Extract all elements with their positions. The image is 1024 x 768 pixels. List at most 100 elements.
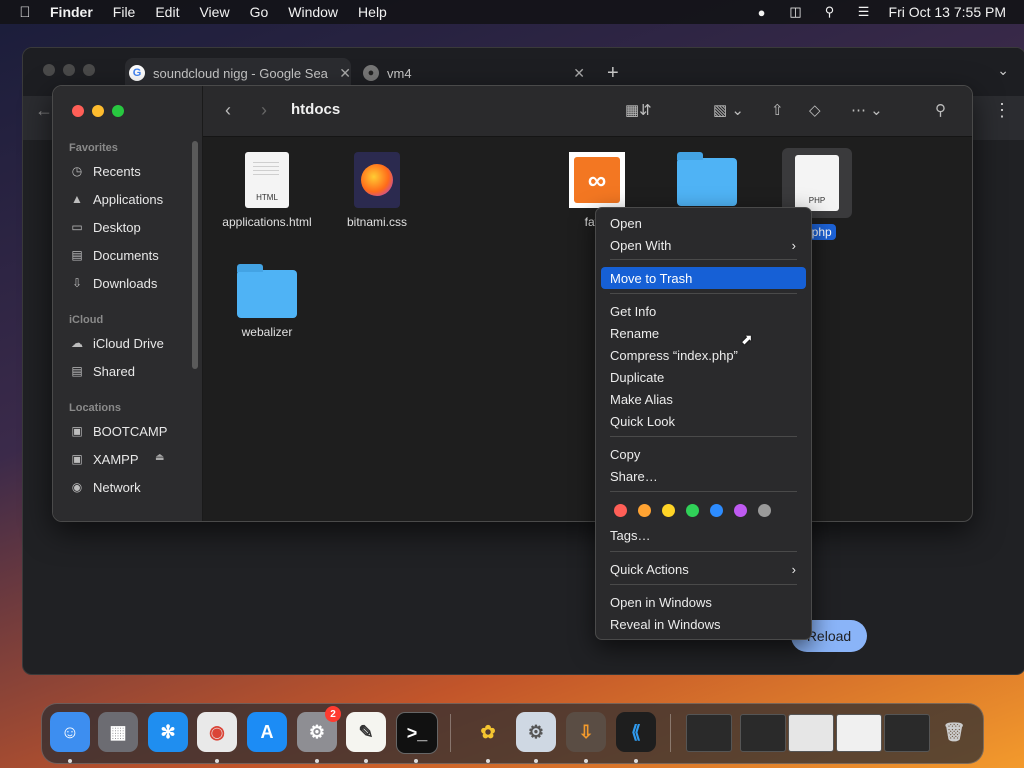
file-applications-html[interactable]: HTML applications.html	[212, 152, 322, 230]
disk-icon: ▣	[71, 452, 83, 466]
menu-file[interactable]: File	[113, 4, 136, 20]
icon-view-toggle-icon[interactable]: ▦⇵	[625, 101, 652, 119]
tag-green[interactable]	[686, 504, 699, 517]
menu-item-open-with[interactable]: Open With ›	[601, 234, 806, 256]
terminal-icon[interactable]: >_	[396, 712, 438, 754]
sidebar-item-documents[interactable]: ▤ Documents	[69, 244, 199, 266]
bee-status-icon[interactable]: ●	[753, 5, 771, 20]
menu-item-share[interactable]: Share…	[601, 465, 806, 487]
share-icon[interactable]: ⇧	[771, 101, 784, 119]
menu-item-compress[interactable]: Compress “index.php”	[601, 344, 806, 366]
menu-item-quick-actions[interactable]: Quick Actions ›	[601, 558, 806, 580]
menu-item-open[interactable]: Open	[601, 212, 806, 234]
tab-vm4[interactable]: ● vm4 ✕	[363, 58, 585, 88]
menu-window[interactable]: Window	[288, 4, 338, 20]
menu-help[interactable]: Help	[358, 4, 387, 20]
tag-gray[interactable]	[758, 504, 771, 517]
sidebar-item-icloud-drive[interactable]: ☁ iCloud Drive	[69, 332, 199, 354]
chrome-icon[interactable]: ◉	[197, 712, 237, 752]
clock-icon: ◷	[71, 164, 83, 178]
safari-icon[interactable]: ✻	[148, 712, 188, 752]
chevron-down-icon[interactable]: ⌄	[997, 62, 1009, 79]
back-arrow-icon[interactable]: ←	[35, 100, 53, 121]
search-icon[interactable]: ⚲	[821, 4, 839, 19]
sidebar-item-xampp[interactable]: ▣ XAMPP	[69, 448, 199, 470]
menu-item-open-in-windows[interactable]: Open in Windows	[601, 591, 806, 613]
window-thumbnail[interactable]	[740, 714, 786, 752]
folder-webalizer[interactable]: webalizer	[212, 264, 322, 340]
sidebar-scrollbar[interactable]	[192, 141, 198, 369]
menu-edit[interactable]: Edit	[155, 4, 179, 20]
launchpad-icon[interactable]: ▦	[98, 712, 138, 752]
menu-separator	[610, 259, 797, 260]
downloader-icon[interactable]: ⇩	[566, 712, 606, 752]
apple-menu-icon[interactable]: 	[14, 4, 36, 21]
menu-item-rename[interactable]: Rename	[601, 322, 806, 344]
menu-item-quick-look[interactable]: Quick Look	[601, 410, 806, 432]
tag-purple[interactable]	[734, 504, 747, 517]
zoom-window-button[interactable]	[112, 105, 124, 117]
finder-icon[interactable]: ☺	[50, 712, 90, 752]
close-tab-icon[interactable]: ✕	[339, 65, 351, 82]
forward-arrow-icon[interactable]: ›	[261, 100, 267, 121]
menu-item-make-alias[interactable]: Make Alias	[601, 388, 806, 410]
file-bitnami-css[interactable]: bitnami.css	[322, 152, 432, 230]
sidebar-item-desktop[interactable]: ▭ Desktop	[69, 216, 199, 238]
tag-orange[interactable]	[638, 504, 651, 517]
tag-blue[interactable]	[710, 504, 723, 517]
app-store-icon[interactable]: A	[247, 712, 287, 752]
minimize-window-button[interactable]	[63, 64, 75, 76]
close-window-button[interactable]	[72, 105, 84, 117]
applications-icon: ▲	[71, 192, 83, 206]
window-thumbnail[interactable]	[788, 714, 834, 752]
tag-icon[interactable]: ◇	[809, 101, 821, 119]
control-center-icon[interactable]: ☰	[855, 4, 873, 19]
menu-item-duplicate[interactable]: Duplicate	[601, 366, 806, 388]
menu-go[interactable]: Go	[250, 4, 269, 20]
action-menu-icon[interactable]: ⋯ ⌄	[851, 101, 883, 119]
vscode-icon[interactable]: ⟪	[616, 712, 656, 752]
eject-icon[interactable]: ⏏	[155, 452, 164, 463]
window-thumbnail[interactable]	[884, 714, 930, 752]
sidebar-item-downloads[interactable]: ⇩ Downloads	[69, 272, 199, 294]
menu-item-reveal-in-windows[interactable]: Reveal in Windows	[601, 613, 806, 635]
trash-icon[interactable]: 🗑	[934, 712, 974, 752]
system-settings-icon[interactable]: ⚙ 2	[297, 706, 341, 752]
tag-red[interactable]	[614, 504, 627, 517]
menu-item-move-to-trash[interactable]: Move to Trash ⬈	[601, 267, 806, 347]
bee-app-icon[interactable]: ✿	[468, 712, 508, 752]
window-thumbnail[interactable]	[836, 714, 882, 752]
finder-sidebar: Favorites ◷ Recents ▲ Applications ▭ Deskto…	[53, 86, 203, 521]
textedit-icon[interactable]: ✎	[346, 712, 386, 752]
html-file-icon: HTML	[245, 152, 289, 208]
tab-google-search[interactable]: G soundcloud nigg - Google Sea ✕	[125, 58, 351, 88]
download-icon: ⇩	[71, 276, 83, 290]
new-tab-icon[interactable]: +	[607, 62, 619, 85]
menu-finder[interactable]: Finder	[50, 4, 93, 20]
group-by-icon[interactable]: ▧ ⌄	[713, 101, 744, 119]
sidebar-item-applications[interactable]: ▲ Applications	[69, 188, 199, 210]
search-icon[interactable]: ⚲	[935, 101, 946, 119]
minimize-window-button[interactable]	[92, 105, 104, 117]
menu-item-tags[interactable]: Tags…	[601, 524, 806, 546]
menu-item-copy[interactable]: Copy	[601, 443, 806, 465]
close-window-button[interactable]	[43, 64, 55, 76]
shared-folder-icon: ▤	[71, 364, 83, 378]
sidebar-item-recents[interactable]: ◷ Recents	[69, 160, 199, 182]
menu-view[interactable]: View	[199, 4, 229, 20]
running-indicator	[534, 759, 538, 763]
sidebar-item-shared[interactable]: ▤ Shared	[69, 360, 199, 382]
menu-item-get-info[interactable]: Get Info	[601, 300, 806, 322]
screen-mirror-icon[interactable]: ◫	[787, 4, 805, 19]
gear-app-icon[interactable]: ⚙	[516, 712, 556, 752]
zoom-window-button[interactable]	[83, 64, 95, 76]
more-menu-icon[interactable]: ⋮	[993, 100, 1011, 121]
folder-item[interactable]	[652, 152, 762, 206]
tag-yellow[interactable]	[662, 504, 675, 517]
close-tab-icon[interactable]: ✕	[573, 65, 585, 82]
clock[interactable]: Fri Oct 13 7:55 PM	[889, 4, 1006, 20]
sidebar-item-bootcamp[interactable]: ▣ BOOTCAMP	[69, 420, 199, 442]
window-thumbnail[interactable]	[686, 714, 732, 752]
sidebar-item-network[interactable]: ◉ Network	[69, 476, 199, 498]
back-arrow-icon[interactable]: ‹	[225, 100, 231, 121]
